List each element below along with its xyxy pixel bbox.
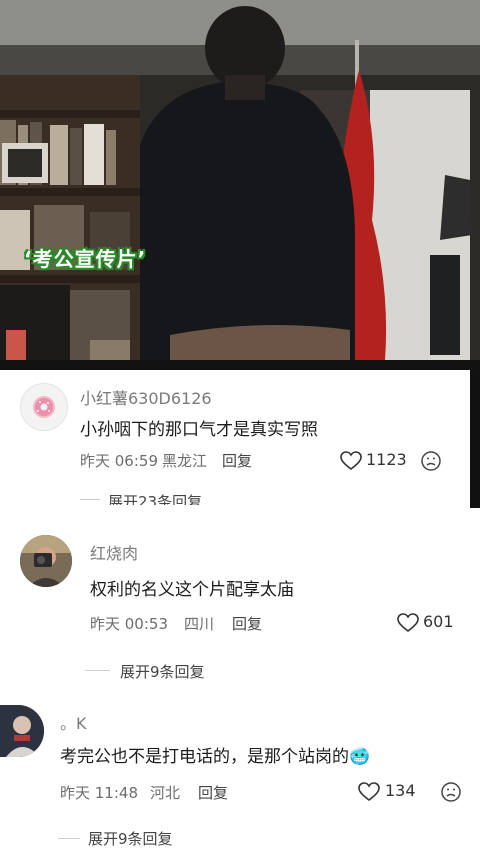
reply-button[interactable]: 回复 [198,782,228,803]
video-edge-strip [470,370,480,508]
comment-time: 昨天 06:59 [80,452,158,470]
comment-username[interactable]: 红烧肉 [90,540,138,564]
like-count: 1123 [366,450,407,469]
comment-text: 小孙咽下的那口气才是真实写照 [80,420,318,440]
frown-face-icon[interactable] [420,450,442,472]
photo-avatar-icon[interactable] [0,705,44,757]
video-frame-image [0,0,480,370]
comment-username[interactable]: 小红薯630D6126 [80,385,212,409]
comment-item: 小红薯630D6126 小孙咽下的那口气才是真实写照 昨天 06:59 黑龙江 … [0,375,470,510]
comment-text: 考完公也不是打电话的，是那个站岗的🥶 [60,747,371,767]
comment-location: 黑龙江 [162,452,208,470]
expand-replies-button[interactable]: 展开9条回复 [120,661,205,682]
expand-replies-button[interactable]: 展开23条回复 [108,491,202,505]
reply-button[interactable]: 回复 [222,450,252,471]
frown-face-icon[interactable] [440,781,462,803]
comment-username[interactable]: 。K [60,710,87,734]
comment-text: 权利的名义这个片配享太庙 [90,580,294,600]
photo-avatar-icon[interactable] [20,535,72,587]
heart-icon[interactable] [358,782,380,802]
like-count: 601 [423,612,454,631]
expand-divider [85,670,110,671]
reply-button[interactable]: 回复 [232,613,262,634]
comment-item: 红烧肉 权利的名义这个片配享太庙 昨天 00:53 四川 回复 601 展开9条… [0,530,480,690]
comment-time: 昨天 11:48 [60,784,138,802]
expand-divider [58,838,80,839]
comment-location: 四川 [184,615,215,633]
donut-avatar-icon[interactable] [20,383,68,431]
expand-divider [80,499,100,500]
comment-time: 昨天 00:53 [90,615,168,633]
video-caption: ‘考公宣传片’ [24,247,147,271]
like-count: 134 [385,781,416,800]
comment-item: 。K 考完公也不是打电话的，是那个站岗的🥶 昨天 11:48 河北 回复 134… [0,700,480,853]
comment-location: 河北 [150,784,181,802]
expand-replies-button[interactable]: 展开9条回复 [88,828,173,849]
heart-icon[interactable] [340,451,362,471]
heart-icon[interactable] [397,613,419,633]
video-player[interactable]: ‘考公宣传片’ [0,0,480,370]
